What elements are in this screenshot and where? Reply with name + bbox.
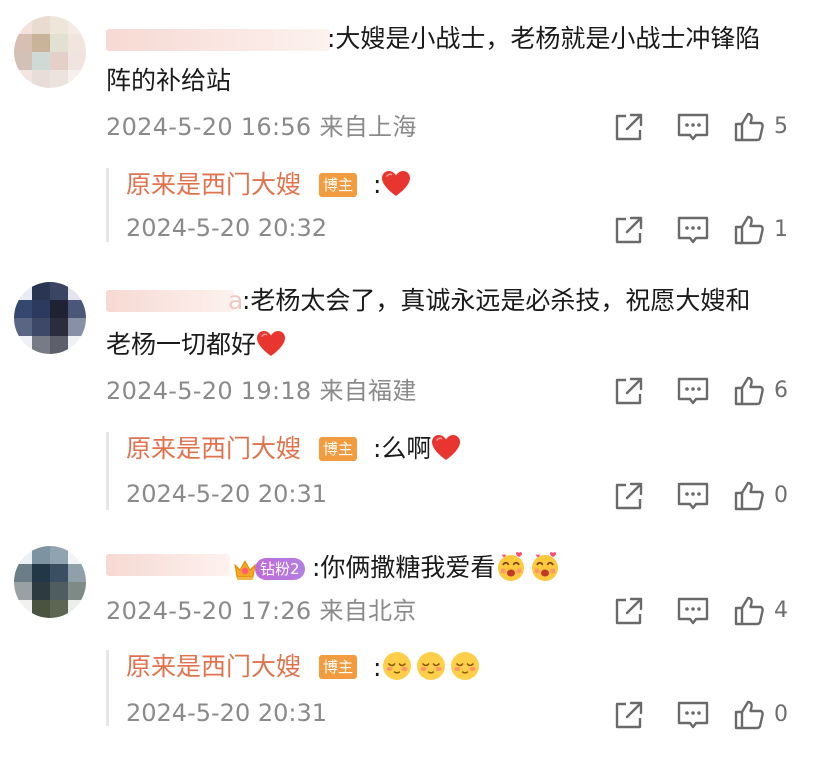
comment-text: :老杨太会了，真诚永远是必杀技，祝愿大嫂和 [242,286,751,315]
reply-author[interactable]: 原来是西门大嫂 [126,650,301,684]
author-badge: 博主 [319,173,358,197]
comment-text: :大嫂是小战士，老杨就是小战士冲锋陷 [327,24,761,53]
like-icon[interactable] [732,594,766,628]
reply-timestamp: 2024-5-20 20:32 [126,214,327,242]
reply-text-content: : [373,170,382,199]
reply-actions: 0 [612,698,802,732]
fan-badge[interactable]: 钻粉2 [232,556,305,582]
author-badge: 博主 [319,655,358,679]
comment-meta: 2024-5-20 16:56 来自上海 [106,112,417,142]
reply-timestamp: 2024-5-20 20:31 [126,480,327,508]
reply-text-content: :么啊 [373,434,432,463]
share-icon[interactable] [612,110,646,144]
location: 来自北京 [319,597,417,625]
comment-icon[interactable] [676,698,710,732]
username-redacted[interactable] [106,554,230,576]
reply-item: 原来是西门大嫂 博主 : 2024-5-20 20:31 0 [106,650,806,726]
reply-text: : [373,650,483,685]
reply-text: :么啊 [373,432,461,466]
comment-text-content: :你俩撒糖我爱看 [312,553,496,582]
like-icon[interactable] [732,374,766,408]
like-icon[interactable] [732,213,766,247]
timestamp: 2024-5-20 17:26 [106,597,312,625]
reply-text: : [373,168,411,202]
comment-actions: 4 [612,594,802,628]
comment-meta: 2024-5-20 17:26 来自北京 [106,596,417,626]
username-redacted[interactable] [106,29,330,51]
like-count: 5 [774,114,788,139]
reply-actions: 0 [612,479,802,513]
fan-level-label: 钻粉2 [255,558,305,580]
timestamp: 2024-5-20 19:18 [106,377,312,405]
red-heart-emoji [431,434,461,462]
comment-icon[interactable] [676,213,710,247]
like-icon[interactable] [732,110,766,144]
like-count: 6 [774,378,788,403]
avatar[interactable] [14,282,86,354]
comment-icon[interactable] [676,110,710,144]
comment-item: a :老杨太会了，真诚永远是必杀技，祝愿大嫂和 老杨一切都好 2024-5-20… [0,270,818,520]
shy-face-emoji [449,650,481,682]
comment-item: 钻粉2 :你俩撒糖我爱看 2024-5-20 17:26 来自北京 4 原来是西… [0,536,818,760]
red-heart-emoji [381,170,411,198]
comment-text-cont-content: 老杨一切都好 [106,330,257,359]
reply-timestamp: 2024-5-20 20:31 [126,699,327,727]
comment-text: :你俩撒糖我爱看 [312,550,563,585]
like-count: 0 [774,483,788,508]
avatar[interactable] [14,16,86,88]
reply-item: 原来是西门大嫂 博主 :么啊 2024-5-20 20:31 0 [106,432,806,510]
reply-text-content: : [373,653,382,682]
like-icon[interactable] [732,479,766,513]
share-icon[interactable] [612,594,646,628]
comment-icon[interactable] [676,594,710,628]
like-count: 4 [774,598,788,623]
author-badge: 博主 [319,437,358,461]
like-count: 0 [774,702,788,727]
love-face-emoji [529,550,561,582]
location: 来自福建 [319,377,417,405]
comment-meta: 2024-5-20 19:18 来自福建 [106,376,417,406]
shy-face-emoji [381,650,413,682]
share-icon[interactable] [612,213,646,247]
comment-actions: 6 [612,374,802,408]
like-icon[interactable] [732,698,766,732]
comment-text-cont: 阵的补给站 [106,66,232,95]
location: 来自上海 [319,113,417,141]
like-count: 1 [774,217,788,242]
avatar[interactable] [14,546,86,618]
share-icon[interactable] [612,374,646,408]
reply-author[interactable]: 原来是西门大嫂 [126,432,301,466]
comment-text-cont: 老杨一切都好 [106,328,286,362]
comment-item: :大嫂是小战士，老杨就是小战士冲锋陷 阵的补给站 2024-5-20 16:56… [0,0,818,255]
share-icon[interactable] [612,479,646,513]
share-icon[interactable] [612,698,646,732]
username-redacted[interactable] [106,290,234,312]
comment-actions: 5 [612,110,802,144]
comment-icon[interactable] [676,374,710,408]
reply-item: 原来是西门大嫂 博主 : 2024-5-20 20:32 1 [106,168,806,242]
reply-actions: 1 [612,213,802,247]
timestamp: 2024-5-20 16:56 [106,113,312,141]
red-heart-emoji [256,330,286,358]
comment-icon[interactable] [676,479,710,513]
love-face-emoji [495,550,527,582]
shy-face-emoji [415,650,447,682]
reply-author[interactable]: 原来是西门大嫂 [126,168,301,202]
